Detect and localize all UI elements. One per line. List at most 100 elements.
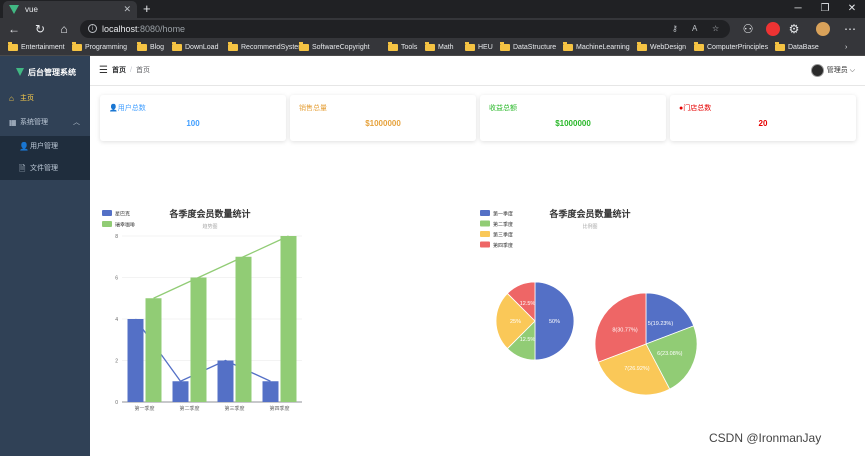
window-close-button[interactable]: ✕ bbox=[842, 0, 862, 18]
bookmark-item[interactable]: SoftwareCopyright bbox=[299, 40, 370, 55]
folder-icon bbox=[172, 42, 182, 51]
menu-toggle-icon[interactable]: ☰ bbox=[99, 65, 108, 76]
bookmark-label: DownLoad bbox=[185, 44, 219, 51]
grid-icon: ▦ bbox=[9, 118, 17, 127]
chevron-up-icon: ︿ bbox=[73, 119, 80, 126]
stat-label: 收益总额 bbox=[489, 105, 517, 112]
sidebar-item-home[interactable]: ⌂ 主页 bbox=[0, 88, 90, 110]
bookmark-label: WebDesign bbox=[650, 44, 687, 51]
sidebar-item-label: 主页 bbox=[20, 95, 34, 102]
address-host: localhost bbox=[102, 24, 138, 34]
breadcrumb-home[interactable]: 首页 bbox=[112, 67, 126, 74]
browser-menu-icon[interactable]: ⋯ bbox=[842, 21, 858, 37]
bookmark-item[interactable]: DataBase bbox=[775, 40, 819, 55]
bookmark-label: Blog bbox=[150, 44, 165, 51]
site-info-icon[interactable]: i bbox=[88, 24, 97, 33]
new-tab-button[interactable]: + bbox=[143, 0, 151, 18]
chevron-down-icon: ⌵ bbox=[849, 67, 855, 74]
profile-avatar[interactable] bbox=[816, 22, 830, 36]
y-tick-label: 8 bbox=[115, 234, 118, 240]
bookmark-item[interactable]: MachineLearning bbox=[563, 40, 630, 55]
folder-icon bbox=[137, 42, 147, 51]
legend-swatch bbox=[480, 210, 490, 216]
close-tab-icon[interactable]: ✕ bbox=[123, 1, 131, 18]
chart-subtitle: 趋势图 bbox=[202, 223, 217, 230]
sidebar-item-system[interactable]: ▦ 系统管理 ︿ bbox=[0, 112, 90, 134]
bookmark-item[interactable]: Tools bbox=[388, 40, 417, 55]
user-dropdown[interactable]: 管理员 ⌵ bbox=[810, 64, 855, 77]
read-aloud-icon[interactable]: A bbox=[692, 20, 697, 38]
legend-swatch bbox=[480, 220, 490, 227]
chart-subtitle: 比例图 bbox=[582, 223, 597, 230]
extension-icon[interactable]: ⚙ bbox=[786, 21, 802, 37]
slice-label: 50% bbox=[549, 319, 560, 325]
back-icon[interactable]: ← bbox=[6, 21, 22, 37]
bookmark-label: MachineLearning bbox=[576, 44, 630, 51]
legend-swatch bbox=[480, 231, 490, 237]
home-icon[interactable]: ⌂ bbox=[56, 21, 72, 37]
browser-tab-bar: vue ✕ + ─ ❐ ✕ bbox=[0, 0, 865, 18]
folder-icon bbox=[775, 42, 785, 51]
bookmark-item[interactable]: DataStructure bbox=[500, 40, 556, 55]
browser-tab[interactable]: vue ✕ bbox=[3, 1, 137, 18]
sidebar-item-users[interactable]: 👤 用户管理 bbox=[0, 136, 90, 158]
bar-line-chart: 各季度会员数量统计趋势图 星巴克瑞幸咖啡 0 2 4 6 8 第一季度 第二季度 第三季度 第四季度 bbox=[102, 208, 302, 412]
y-tick-label: 4 bbox=[115, 317, 118, 323]
bookmark-item[interactable]: Math bbox=[425, 40, 454, 55]
bookmark-item[interactable]: RecommendSystem bbox=[228, 40, 304, 55]
home-icon: ⌂ bbox=[9, 94, 14, 103]
slice-label: 8(30.77%) bbox=[612, 328, 638, 334]
y-tick-label: 0 bbox=[115, 400, 118, 406]
bookmark-label: DataBase bbox=[788, 44, 819, 51]
folder-icon bbox=[72, 42, 82, 51]
sidebar-item-label: 用户管理 bbox=[30, 143, 58, 150]
tab-title: vue bbox=[25, 5, 38, 14]
legend-label: 星巴克 bbox=[115, 212, 130, 218]
pie-chart: 各季度会员数量统计比例图 第一季度第二季度第三季度第四季度 50% 12.5% 25% 1… bbox=[480, 208, 698, 396]
stat-value: $1000000 bbox=[555, 119, 591, 128]
breadcrumb-current: 首页 bbox=[135, 67, 150, 74]
bookmark-item[interactable]: Entertainment bbox=[8, 40, 65, 55]
address-input[interactable]: i localhost:8080/home ⚷ A ☆ bbox=[80, 20, 730, 38]
stat-card-users: 👤用户总数 100 bbox=[100, 95, 286, 141]
user-name: 管理员 bbox=[826, 67, 848, 74]
y-tick-label: 2 bbox=[115, 359, 118, 365]
legend-label: 第四季度 bbox=[493, 242, 513, 249]
bookmark-item[interactable]: ComputerPrinciples bbox=[694, 40, 768, 55]
bookmark-item[interactable]: Blog bbox=[137, 40, 164, 55]
legend-label: 第三季度 bbox=[493, 232, 513, 239]
bar bbox=[217, 360, 234, 402]
bookmark-item[interactable]: HEU bbox=[465, 40, 493, 55]
bookmark-item[interactable]: DownLoad bbox=[172, 40, 218, 55]
bar bbox=[262, 381, 279, 402]
legend-swatch bbox=[102, 221, 112, 227]
series-line bbox=[153, 235, 289, 299]
x-tick-label: 第二季度 bbox=[179, 405, 199, 412]
bar bbox=[172, 381, 189, 402]
extension-game-icon[interactable]: ⚇ bbox=[740, 21, 756, 37]
watermark: CSDN @IronmanJay bbox=[709, 431, 822, 445]
bookmark-item[interactable]: WebDesign bbox=[637, 40, 686, 55]
maximize-button[interactable]: ❐ bbox=[815, 0, 835, 18]
chart-title: 各季度会员数量统计 bbox=[168, 208, 250, 219]
folder-icon bbox=[228, 42, 238, 51]
breadcrumb-separator: / bbox=[130, 67, 132, 74]
bookmark-label: Entertainment bbox=[21, 44, 65, 51]
reload-icon[interactable]: ↻ bbox=[32, 21, 48, 37]
sidebar-item-files[interactable]: 🗎 文件管理 bbox=[0, 158, 90, 180]
folder-icon bbox=[388, 42, 398, 51]
user-icon: 👤 bbox=[19, 142, 29, 151]
bookmark-label: ComputerPrinciples bbox=[707, 44, 769, 51]
key-icon[interactable]: ⚷ bbox=[672, 20, 678, 38]
legend-label: 瑞幸咖啡 bbox=[115, 222, 135, 229]
more-bookmarks-icon[interactable]: › bbox=[845, 40, 847, 55]
minimize-button[interactable]: ─ bbox=[788, 0, 808, 18]
bookmark-item[interactable]: Programming bbox=[72, 40, 127, 55]
legend-label: 第一季度 bbox=[493, 211, 513, 218]
user-icon: 👤 bbox=[109, 105, 118, 112]
extension-red-icon[interactable] bbox=[766, 22, 780, 36]
slice-label: 6(23.08%) bbox=[657, 351, 683, 357]
folder-icon bbox=[694, 42, 704, 51]
bookmark-label: Math bbox=[438, 44, 454, 51]
favorite-icon[interactable]: ☆ bbox=[712, 20, 719, 38]
